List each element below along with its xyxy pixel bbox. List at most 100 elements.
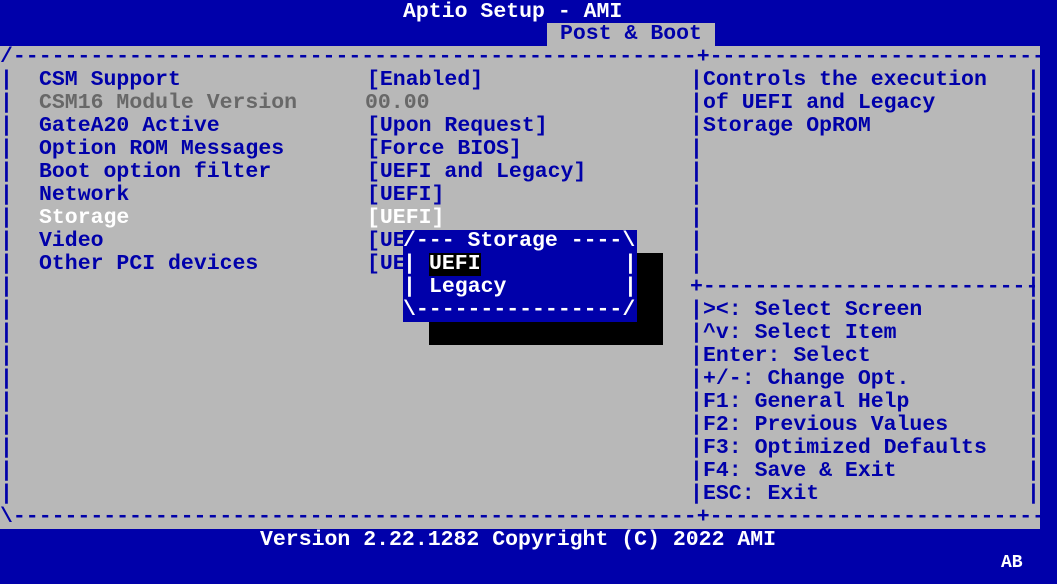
setting-label[interactable]: Boot option filter — [39, 161, 271, 184]
help-divider: +----------------------------- — [690, 275, 1057, 299]
setting-label[interactable]: GateA20 Active — [39, 115, 220, 138]
frame-border-l: | — [0, 206, 13, 230]
frame-border-r: | — [1027, 459, 1040, 483]
frame-border-l: | — [0, 160, 13, 184]
frame-border-r: | — [1027, 482, 1040, 506]
setting-label[interactable]: Other PCI devices — [39, 253, 258, 276]
setting-label[interactable]: Network — [39, 184, 129, 207]
frame-border-r: | — [1027, 91, 1040, 115]
frame-border-r: | — [1027, 436, 1040, 460]
frame-border-m: | — [690, 390, 703, 414]
popup-side-right-2: | — [624, 275, 637, 299]
tab-post-and-boot[interactable]: Post & Boot — [560, 23, 702, 46]
key-hint: F1: General Help — [703, 390, 910, 414]
frame-border-l: | — [0, 390, 13, 414]
frame-border-r: | — [1027, 114, 1040, 138]
footer-badge: AB — [1001, 553, 1023, 573]
frame-border-m: | — [690, 321, 703, 345]
frame-border-l: | — [0, 275, 13, 299]
frame-border-m: | — [690, 367, 703, 391]
frame-border-m: | — [690, 298, 703, 322]
frame-border-l: | — [0, 459, 13, 483]
frame-border-l: | — [0, 137, 13, 161]
frame-border-r: | — [1027, 367, 1040, 391]
frame-border-l: | — [0, 344, 13, 368]
frame-border-l: | — [0, 482, 13, 506]
frame-border-m: | — [690, 160, 703, 184]
window-title: Aptio Setup - AMI — [403, 0, 623, 24]
frame-border-m: | — [690, 413, 703, 437]
frame-border-r: | — [1027, 229, 1040, 253]
popup-side-left-2: | — [403, 275, 416, 299]
frame-border-l: | — [0, 114, 13, 138]
key-hint: F2: Previous Values — [703, 413, 949, 437]
setting-value[interactable]: [UE — [367, 230, 406, 253]
frame-border-l: | — [0, 436, 13, 460]
frame-border-l: | — [0, 229, 13, 253]
frame-border-m: | — [690, 482, 703, 506]
frame-border-m: | — [690, 229, 703, 253]
storage-popup-bottom: \----------------/ — [403, 298, 636, 322]
frame-border-l: | — [0, 367, 13, 391]
setting-value[interactable]: [UEFI] — [367, 184, 444, 207]
frame-border-m: | — [690, 252, 703, 276]
frame-border-r: | — [1027, 183, 1040, 207]
footer-version: Version 2.22.1282 Copyright (C) 2022 AMI — [260, 528, 777, 552]
popup-option-legacy[interactable]: Legacy — [429, 276, 506, 299]
frame-border-l: | — [0, 68, 13, 92]
setting-value: 00.00 — [365, 91, 430, 115]
frame-border-m: | — [690, 91, 703, 115]
frame-border-m: | — [690, 183, 703, 207]
key-hint: Enter: Select — [703, 344, 871, 368]
key-hint: ESC: Exit — [703, 482, 820, 506]
setting-label[interactable]: CSM Support — [39, 69, 181, 92]
frame-border-r: | — [1027, 298, 1040, 322]
setting-label[interactable]: Option ROM Messages — [39, 138, 284, 161]
key-hint: +/-: Change Opt. — [703, 367, 910, 391]
frame-border-r: | — [1027, 321, 1040, 345]
storage-popup-title: /--- Storage ----\ — [403, 229, 636, 253]
setting-value[interactable]: [UE — [367, 253, 406, 276]
frame-border-m: | — [690, 344, 703, 368]
frame-border-l: | — [0, 183, 13, 207]
setting-value[interactable]: [Upon Request] — [367, 115, 548, 138]
setting-label[interactable]: Video — [39, 230, 104, 253]
frame-border-m: | — [690, 137, 703, 161]
frame-border-r: | — [1027, 206, 1040, 230]
frame-border-r: | — [1027, 390, 1040, 414]
frame-border-m: | — [690, 114, 703, 138]
frame-border-m: | — [690, 459, 703, 483]
frame-border-l: | — [0, 321, 13, 345]
setting-value[interactable]: [UEFI] — [367, 207, 444, 230]
setting-value[interactable]: [Force BIOS] — [367, 138, 522, 161]
popup-option-uefi[interactable]: UEFI — [429, 253, 481, 276]
setting-label[interactable]: Storage — [39, 207, 129, 230]
frame-border-r: | — [1027, 344, 1040, 368]
frame-bottom-border: \---------------------------------------… — [0, 505, 1057, 529]
frame-border-r: | — [1027, 252, 1040, 276]
setting-value[interactable]: [UEFI and Legacy] — [367, 161, 586, 184]
frame-border-m: | — [690, 206, 703, 230]
frame-border-r: | — [1027, 68, 1040, 92]
setting-label: CSM16 Module Version — [39, 91, 298, 115]
frame-border-l: | — [0, 298, 13, 322]
frame-border-r: | — [1027, 413, 1040, 437]
frame-border-r: | — [1027, 160, 1040, 184]
help-line: Storage OpROM — [703, 114, 871, 138]
key-hint: ><: Select Screen — [703, 298, 923, 322]
key-hint: ^v: Select Item — [703, 321, 897, 345]
frame-border-m: | — [690, 436, 703, 460]
key-hint: F3: Optimized Defaults — [703, 436, 987, 460]
frame-border-m: | — [690, 68, 703, 92]
setting-value[interactable]: [Enabled] — [367, 69, 483, 92]
help-line: of UEFI and Legacy — [703, 91, 936, 115]
frame-border-l: | — [0, 252, 13, 276]
frame-top-border: /---------------------------------------… — [0, 45, 1057, 69]
key-hint: F4: Save & Exit — [703, 459, 897, 483]
help-line: Controls the execution — [703, 68, 987, 92]
frame-border-l: | — [0, 413, 13, 437]
popup-side-right-1: | — [624, 252, 637, 276]
popup-side-left-1: | — [403, 252, 416, 276]
frame-border-r: | — [1027, 137, 1040, 161]
frame-border-l: | — [0, 91, 13, 115]
